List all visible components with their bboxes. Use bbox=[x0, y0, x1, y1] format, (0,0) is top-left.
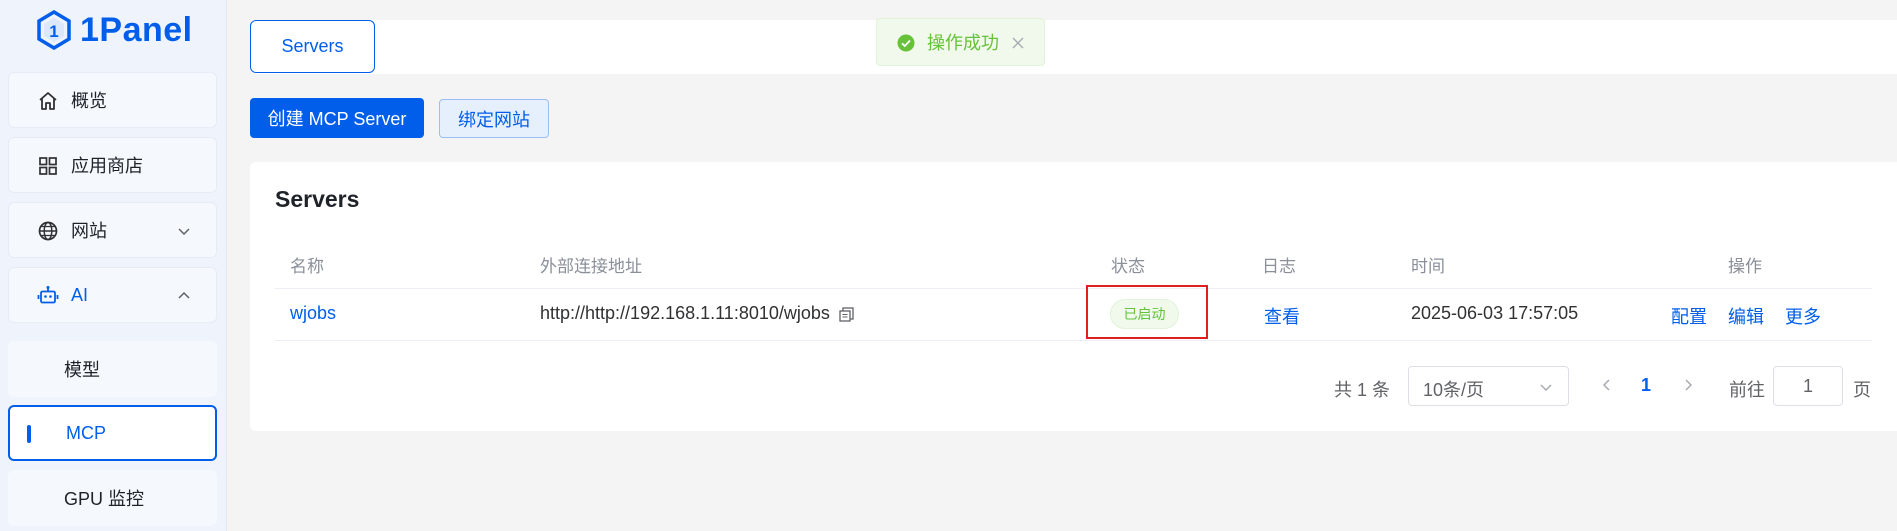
robot-icon bbox=[37, 286, 59, 304]
created-time: 2025-06-03 17:57:05 bbox=[1411, 303, 1579, 323]
table-row-divider bbox=[275, 340, 1872, 341]
tab-servers[interactable]: Servers bbox=[250, 20, 375, 73]
success-toast: 操作成功 bbox=[876, 18, 1045, 66]
svg-text:1: 1 bbox=[49, 22, 58, 41]
view-log-link[interactable]: 查看 bbox=[1264, 303, 1300, 329]
home-icon bbox=[39, 92, 57, 110]
sidebar-subitem-label: GPU 监控 bbox=[64, 489, 145, 509]
server-url: http://http://192.168.1.11:8010/wjobs bbox=[540, 303, 830, 323]
sidebar: 1 1Panel 概览 应用商店 网站 AI 模型 MCP GPU 监控 bbox=[0, 0, 227, 531]
next-page-icon[interactable] bbox=[1681, 377, 1695, 393]
edit-link[interactable]: 编辑 bbox=[1728, 303, 1764, 329]
logo-icon: 1 bbox=[37, 10, 71, 50]
sidebar-item-label: 网站 bbox=[71, 221, 107, 241]
sidebar-item-label: 应用商店 bbox=[71, 156, 143, 176]
prev-page-icon[interactable] bbox=[1600, 377, 1614, 393]
grid-icon bbox=[39, 157, 57, 175]
goto-label: 前往 bbox=[1729, 380, 1765, 400]
goto-page-input[interactable] bbox=[1773, 366, 1843, 406]
sidebar-subitem-label: MCP bbox=[66, 422, 106, 443]
chevron-up-icon bbox=[178, 291, 190, 299]
table-header-divider bbox=[275, 288, 1872, 289]
logo[interactable]: 1 1Panel bbox=[36, 8, 193, 52]
chevron-down-icon bbox=[1540, 384, 1552, 392]
page-size-value: 10条/页 bbox=[1423, 380, 1485, 400]
sidebar-item-overview[interactable]: 概览 bbox=[8, 72, 217, 128]
sidebar-subitem-models[interactable]: 模型 bbox=[8, 341, 217, 397]
copy-icon[interactable] bbox=[838, 306, 855, 323]
tab-bar bbox=[250, 20, 1897, 74]
sidebar-subitem-label: 模型 bbox=[64, 360, 100, 380]
globe-icon bbox=[38, 221, 58, 241]
toast-message: 操作成功 bbox=[927, 33, 999, 53]
column-header-name: 名称 bbox=[290, 257, 324, 276]
column-header-actions: 操作 bbox=[1728, 257, 1762, 276]
sidebar-item-label: AI bbox=[71, 284, 89, 305]
sidebar-item-ai[interactable]: AI bbox=[8, 267, 217, 323]
bind-website-button[interactable]: 绑定网站 bbox=[439, 99, 549, 138]
check-circle-icon bbox=[897, 34, 915, 52]
column-header-url: 外部连接地址 bbox=[540, 257, 642, 276]
config-link[interactable]: 配置 bbox=[1671, 303, 1707, 329]
sidebar-item-label: 概览 bbox=[71, 91, 107, 111]
column-header-time: 时间 bbox=[1411, 257, 1445, 276]
close-icon[interactable] bbox=[1010, 35, 1026, 51]
pagination-total: 共 1 条 bbox=[1334, 380, 1391, 400]
logo-text: 1Panel bbox=[80, 10, 193, 49]
sidebar-item-website[interactable]: 网站 bbox=[8, 202, 217, 258]
sidebar-item-app-store[interactable]: 应用商店 bbox=[8, 137, 217, 193]
current-page[interactable]: 1 bbox=[1641, 375, 1651, 396]
page-label: 页 bbox=[1853, 380, 1871, 400]
chevron-down-icon bbox=[178, 228, 190, 236]
card-title: Servers bbox=[275, 186, 360, 212]
column-header-log: 日志 bbox=[1262, 257, 1296, 276]
more-link[interactable]: 更多 bbox=[1785, 303, 1821, 329]
sidebar-subitem-gpu-monitor[interactable]: GPU 监控 bbox=[8, 470, 217, 526]
sidebar-subitem-mcp[interactable]: MCP bbox=[8, 405, 217, 461]
create-mcp-server-button[interactable]: 创建 MCP Server bbox=[250, 98, 424, 138]
status-badge: 已启动 bbox=[1110, 299, 1179, 329]
server-name-link[interactable]: wjobs bbox=[290, 303, 336, 324]
active-indicator bbox=[27, 425, 31, 443]
column-header-status: 状态 bbox=[1111, 257, 1145, 276]
page-size-select[interactable]: 10条/页 bbox=[1408, 366, 1569, 406]
